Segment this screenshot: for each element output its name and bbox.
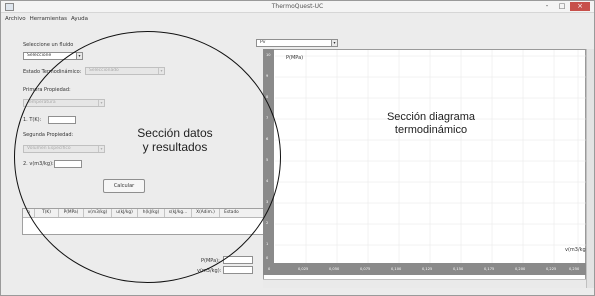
y-tick: 8 [266, 95, 269, 99]
annotation-data-line2: y resultados [142, 140, 208, 154]
vertical-scrollbar[interactable] [586, 49, 594, 288]
y-tick: 1 [266, 242, 269, 246]
x-tick: 0,225 [546, 267, 557, 271]
x-tick: 0,050 [329, 267, 340, 271]
y-tick: 2 [266, 221, 269, 225]
diagram-type-value: Pv [260, 40, 266, 45]
fluid-label: Seleccione un fluido [23, 42, 74, 48]
menu-archivo[interactable]: Archivo [5, 14, 26, 24]
y-tick: 10 [266, 53, 271, 57]
annotation-data-line1: Sección datos [137, 126, 213, 140]
annotation-diagram-section: Sección diagrama termodinámico [361, 111, 501, 137]
x-tick: 0,075 [360, 267, 371, 271]
annotation-circle [14, 31, 281, 283]
annotation-data-section: Sección datos y resultados [119, 126, 231, 154]
x-tick: 0,200 [515, 267, 526, 271]
x-tick-origin: 0 [268, 267, 271, 271]
x-axis-label: v(m3/kg) [565, 247, 588, 253]
plot-grid [275, 50, 587, 264]
annotation-diagram-line1: Sección diagrama [386, 111, 476, 123]
title-bar: ThermoQuest-UC - □ × [1, 1, 594, 13]
x-tick: 0,175 [484, 267, 495, 271]
chevron-down-icon: ▾ [331, 40, 337, 46]
x-tick: 0,250 [569, 267, 580, 271]
window-title: ThermoQuest-UC [271, 3, 324, 10]
x-tick: 0,100 [391, 267, 402, 271]
window-controls: - □ × [540, 2, 590, 11]
plot-area[interactable] [263, 49, 587, 288]
close-button[interactable]: × [570, 2, 590, 11]
x-tick: 0,125 [422, 267, 433, 271]
y-axis-label: P(MPa) [286, 55, 304, 61]
y-tick: 0 [266, 256, 269, 260]
horizontal-scrollbar[interactable] [263, 279, 586, 288]
volume-readout-field [223, 266, 253, 274]
fluid-select-value: Seleccione [27, 53, 52, 58]
menu-bar: Archivo Herramientas Ayuda [1, 14, 88, 24]
menu-herramientas[interactable]: Herramientas [30, 14, 67, 24]
x-tick: 0,150 [453, 267, 464, 271]
annotation-diagram-line2: termodinámico [394, 124, 468, 136]
menu-ayuda[interactable]: Ayuda [71, 14, 88, 24]
minimize-button[interactable]: - [540, 2, 554, 11]
app-window: ThermoQuest-UC - □ × Archivo Herramienta… [0, 0, 595, 296]
y-tick: 9 [266, 74, 269, 78]
diagram-type-select[interactable]: Pv ▾ [256, 39, 338, 47]
maximize-button[interactable]: □ [555, 2, 569, 11]
x-tick: 0,025 [298, 267, 309, 271]
